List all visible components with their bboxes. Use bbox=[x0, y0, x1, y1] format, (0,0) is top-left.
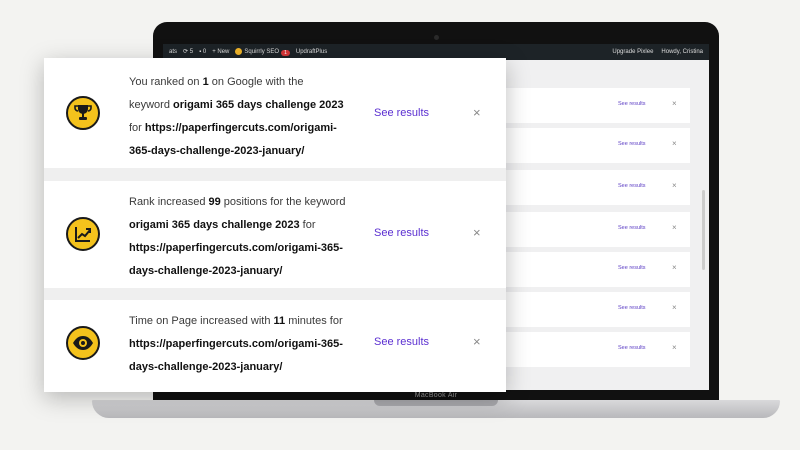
see-results-link[interactable]: See results bbox=[618, 183, 646, 189]
laptop-camera bbox=[434, 35, 439, 40]
close-icon[interactable]: × bbox=[473, 105, 481, 120]
close-icon[interactable]: × bbox=[473, 225, 481, 240]
see-results-link[interactable]: See results bbox=[374, 336, 429, 348]
eye-icon bbox=[66, 326, 100, 360]
admin-bar-squirrly[interactable]: Squirrly SEO 1 bbox=[235, 48, 290, 56]
close-icon[interactable]: × bbox=[672, 99, 677, 108]
close-icon[interactable]: × bbox=[672, 343, 677, 352]
message-line: keyword origami 365 days challenge 2023 bbox=[129, 99, 344, 111]
see-results-link[interactable]: See results bbox=[374, 227, 429, 239]
message-line: origami 365 days challenge 2023 for bbox=[129, 219, 316, 231]
message-line: 365-days-challenge-2023-january/ bbox=[129, 145, 305, 157]
close-icon[interactable]: × bbox=[672, 303, 677, 312]
squirrly-icon bbox=[235, 48, 243, 56]
admin-bar-upgrade[interactable]: Upgrade Pixlee bbox=[612, 49, 653, 55]
close-icon[interactable]: × bbox=[672, 223, 677, 232]
trend-up-icon bbox=[66, 217, 100, 251]
see-results-link[interactable]: See results bbox=[618, 141, 646, 147]
laptop-label: MacBook Air bbox=[414, 392, 458, 399]
notification-card: Time on Page increased with 11 minutes f… bbox=[44, 300, 506, 392]
message-line: days-challenge-2023-january/ bbox=[129, 361, 283, 373]
notification-badge: 1 bbox=[281, 49, 290, 56]
see-results-link[interactable]: See results bbox=[374, 107, 429, 119]
notification-card: Rank increased 99 positions for the keyw… bbox=[44, 181, 506, 288]
admin-bar-item[interactable]: ats bbox=[169, 49, 177, 55]
notification-message: Time on Page increased with 11 minutes f… bbox=[129, 310, 354, 379]
message-line: Time on Page increased with 11 minutes f… bbox=[129, 315, 343, 327]
close-icon[interactable]: × bbox=[672, 263, 677, 272]
see-results-link[interactable]: See results bbox=[618, 345, 646, 351]
close-icon[interactable]: × bbox=[672, 139, 677, 148]
close-icon[interactable]: × bbox=[672, 181, 677, 190]
message-line: https://paperfingercuts.com/origami-365- bbox=[129, 338, 343, 350]
admin-bar-comments[interactable]: ▪ 0 bbox=[199, 49, 206, 55]
see-results-link[interactable]: See results bbox=[618, 305, 646, 311]
message-line: days-challenge-2023-january/ bbox=[129, 265, 283, 277]
laptop-notch bbox=[374, 400, 498, 406]
admin-bar-new[interactable]: + New bbox=[212, 49, 229, 55]
see-results-link[interactable]: See results bbox=[618, 265, 646, 271]
see-results-link[interactable]: See results bbox=[618, 101, 646, 107]
trophy-icon bbox=[66, 96, 100, 130]
message-line: Rank increased 99 positions for the keyw… bbox=[129, 196, 346, 208]
admin-bar-updraftplus[interactable]: UpdraftPlus bbox=[296, 49, 327, 55]
notification-message: Rank increased 99 positions for the keyw… bbox=[129, 191, 354, 283]
message-line: for https://paperfingercuts.com/origami- bbox=[129, 122, 337, 134]
message-line: You ranked on 1 on Google with the bbox=[129, 76, 304, 88]
admin-bar-howdy[interactable]: Howdy, Cristina bbox=[661, 49, 703, 55]
screen-scrollbar[interactable] bbox=[702, 190, 705, 270]
see-results-link[interactable]: See results bbox=[618, 225, 646, 231]
notifications-panel: You ranked on 1 on Google with the keywor… bbox=[44, 58, 506, 392]
notification-card: You ranked on 1 on Google with the keywor… bbox=[44, 58, 506, 168]
message-line: https://paperfingercuts.com/origami-365- bbox=[129, 242, 343, 254]
admin-bar-updates[interactable]: ⟳ 5 bbox=[183, 48, 193, 55]
notification-message: You ranked on 1 on Google with the keywor… bbox=[129, 71, 354, 163]
close-icon[interactable]: × bbox=[473, 334, 481, 349]
